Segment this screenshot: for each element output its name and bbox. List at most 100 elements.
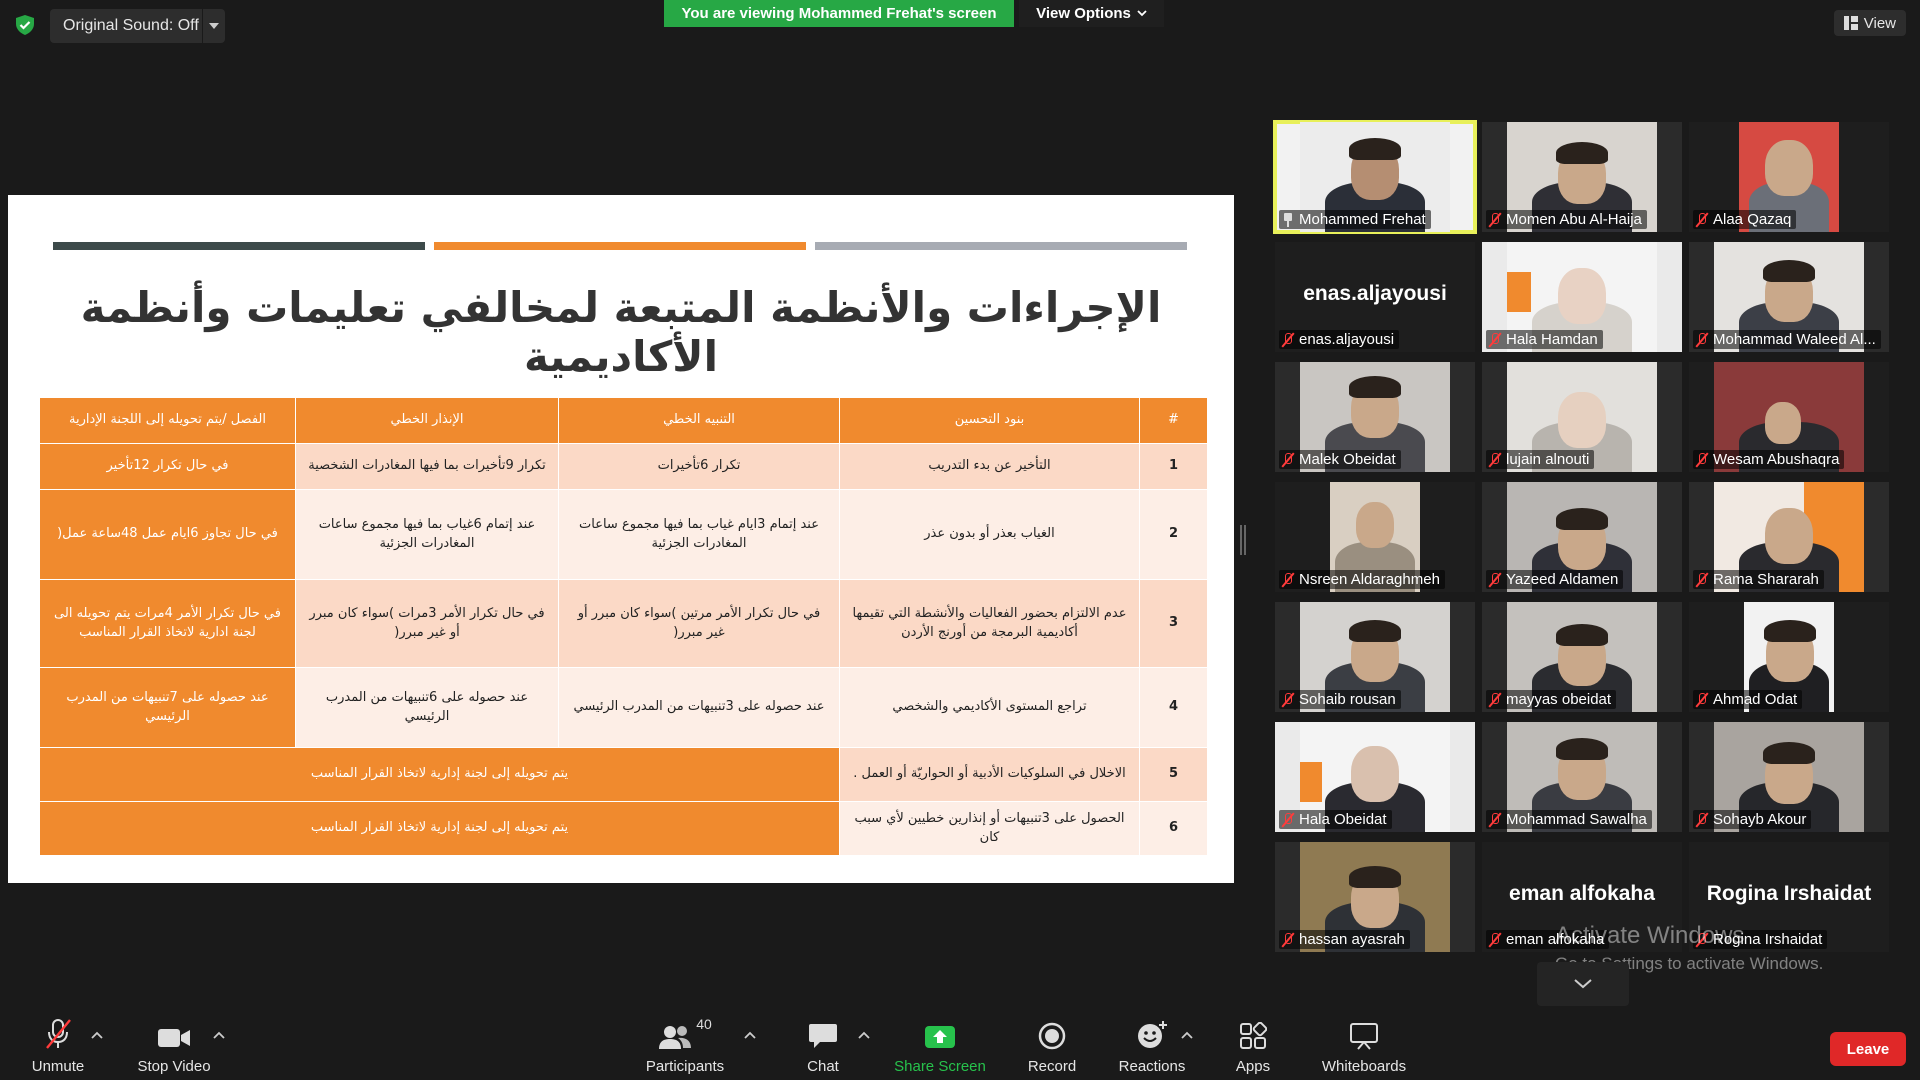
view-options-label: View Options (1036, 5, 1131, 22)
participant-name: Alaa Qazaq (1713, 211, 1792, 228)
participant-name: Mohammad Sawalha (1506, 811, 1647, 828)
shared-screen: الإجراءات والأنظمة المتبعة لمخالفي تعليم… (8, 195, 1234, 883)
chevron-up-icon[interactable] (743, 1030, 757, 1040)
participant-tile[interactable]: Hala Obeidat (1275, 722, 1475, 832)
decorative-bar-2 (434, 242, 806, 250)
share-screen-icon (925, 1026, 955, 1048)
participant-tile[interactable]: Alaa Qazaq (1689, 122, 1889, 232)
participant-name: Ahmad Odat (1713, 691, 1798, 708)
share-screen-button[interactable]: Share Screen (893, 1016, 987, 1075)
view-button[interactable]: View (1833, 10, 1906, 36)
record-button[interactable]: Record (1022, 1016, 1082, 1075)
orange-banner-shape (1300, 762, 1322, 802)
apps-label: Apps (1235, 1058, 1271, 1075)
participant-name: enas.aljayousi (1299, 331, 1395, 348)
mic-muted-icon (1696, 332, 1708, 348)
table-row: 2 الغياب بعذر أو بدون عذر عند إتمام 3ايا… (39, 489, 1208, 580)
chevron-up-icon[interactable] (90, 1030, 104, 1040)
participant-tile[interactable]: Ahmad Odat (1689, 602, 1889, 712)
warning-cell: عند إتمام 3ايام غياب بما فيها مجموع ساعا… (558, 489, 840, 580)
chevron-up-icon[interactable] (857, 1030, 871, 1040)
participant-tile[interactable]: Malek Obeidat (1275, 362, 1475, 472)
whiteboards-button[interactable]: Whiteboards (1314, 1016, 1414, 1075)
stop-video-label: Stop Video (137, 1058, 211, 1075)
participant-name: Momen Abu Al-Haija (1506, 211, 1642, 228)
warning-cell: عند حصوله على 3تنبيهات من المدرب الرئيسي (558, 667, 840, 748)
participants-button[interactable]: 40 Participants (643, 1016, 727, 1075)
participant-name: Malek Obeidat (1299, 451, 1396, 468)
hair-shape (1763, 260, 1815, 282)
reactions-smiley-icon (1138, 1021, 1167, 1048)
table-header-row: # بنود التحسين التنبيه الخطي الإنذار الخ… (39, 397, 1208, 444)
participant-tile[interactable]: enas.aljayousi enas.aljayousi (1275, 242, 1475, 352)
watermark-line-1: Activate Windows (1555, 922, 1745, 949)
unmute-button[interactable]: Unmute (28, 1016, 88, 1075)
slide-title: الإجراءات والأنظمة المتبعة لمخالفي تعليم… (80, 283, 1162, 381)
mic-muted-icon (1489, 332, 1501, 348)
meeting-toolbar: Unmute Stop Video 40 Participants Chat S… (0, 1010, 1920, 1080)
dismissal-cell: في حال تكرار 12تأخير (39, 443, 296, 490)
mic-muted-icon (46, 1019, 71, 1049)
mic-muted-icon (1282, 572, 1294, 588)
dismissal-cell: عند حصوله على 7تنبيهات من المدرب الرئيسي (39, 667, 296, 748)
pin-icon (1282, 212, 1294, 227)
participant-tile[interactable]: Sohayb Akour (1689, 722, 1889, 832)
head-shape (1765, 508, 1813, 564)
item-cell: الحصول على 3تنبيهات أو إنذارين خطيين لأي… (839, 801, 1140, 856)
participant-tile[interactable]: Momen Abu Al-Haija (1482, 122, 1682, 232)
participant-tile[interactable]: Mohammad Sawalha (1482, 722, 1682, 832)
participant-tile[interactable]: lujain alnouti (1482, 362, 1682, 472)
apps-button[interactable]: Apps (1228, 1016, 1278, 1075)
participant-tile[interactable]: Mohammad Waleed Al... (1689, 242, 1889, 352)
participant-name: Mohammed Frehat (1299, 211, 1426, 228)
participant-tile[interactable]: hassan ayasrah (1275, 842, 1475, 952)
participant-name-plate: Yazeed Aldamen (1486, 570, 1624, 589)
participant-name: Yazeed Aldamen (1506, 571, 1619, 588)
participant-tile[interactable]: mayyas obeidat (1482, 602, 1682, 712)
item-cell: الاخلال في السلوكيات الأدبية أو الحواريّ… (839, 747, 1140, 802)
warning-cell: في حال تكرار الأمر مرتين )سواء كان مبرر … (558, 579, 840, 668)
gallery-scroll-down-button[interactable] (1537, 962, 1629, 1006)
mic-muted-icon (1282, 332, 1294, 348)
participant-tile[interactable]: Hala Hamdan (1482, 242, 1682, 352)
participant-tile[interactable]: Mohammed Frehat (1273, 120, 1477, 234)
mic-muted-icon (1696, 452, 1708, 468)
video-camera-icon (158, 1029, 190, 1047)
view-options-button[interactable]: View Options (1019, 0, 1164, 27)
reactions-button[interactable]: Reactions (1117, 1016, 1187, 1075)
leave-button[interactable]: Leave (1830, 1032, 1906, 1066)
hair-shape (1556, 508, 1608, 530)
hair-shape (1556, 624, 1608, 646)
chevron-up-icon[interactable] (212, 1030, 226, 1040)
chevron-up-icon[interactable] (1180, 1030, 1194, 1040)
participant-tile[interactable]: Sohaib rousan (1275, 602, 1475, 712)
participant-name-plate: Wesam Abushaqra (1693, 450, 1845, 469)
hair-shape (1349, 138, 1401, 160)
participant-name-plate: hassan ayasrah (1279, 930, 1410, 949)
chevron-down-icon[interactable] (202, 9, 224, 43)
participant-tile[interactable]: Rama Shararah (1689, 482, 1889, 592)
participant-tile[interactable]: Nsreen Aldaraghmeh (1275, 482, 1475, 592)
chat-button[interactable]: Chat (798, 1016, 848, 1075)
head-shape (1558, 392, 1606, 448)
splitter-handle[interactable] (1240, 525, 1246, 555)
participants-icon (659, 1026, 692, 1049)
chat-bubble-icon (809, 1024, 837, 1048)
encryption-shield-icon[interactable] (14, 14, 36, 36)
participant-name-plate: Mohammad Waleed Al... (1693, 330, 1881, 349)
mic-muted-icon (1696, 212, 1708, 228)
participant-name-plate: Ahmad Odat (1693, 690, 1803, 709)
decorative-bar-1 (53, 242, 425, 250)
mic-muted-icon (1282, 932, 1294, 948)
column-header: التنبيه الخطي (558, 397, 840, 444)
table-row: 6 الحصول على 3تنبيهات أو إنذارين خطيين ل… (39, 801, 1208, 856)
original-sound-button[interactable]: Original Sound: Off (50, 9, 225, 43)
unmute-label: Unmute (31, 1058, 85, 1075)
item-cell: التأخير عن بدء التدريب (839, 443, 1140, 490)
participant-tile[interactable]: Wesam Abushaqra (1689, 362, 1889, 472)
participant-name: hassan ayasrah (1299, 931, 1405, 948)
participant-tile[interactable]: Yazeed Aldamen (1482, 482, 1682, 592)
participant-display-name: Rogina Irshaidat (1706, 882, 1872, 905)
stop-video-button[interactable]: Stop Video (134, 1016, 214, 1075)
notice-cell: تكرار 9تأخيرات بما فيها المغادرات الشخصي… (295, 443, 559, 490)
